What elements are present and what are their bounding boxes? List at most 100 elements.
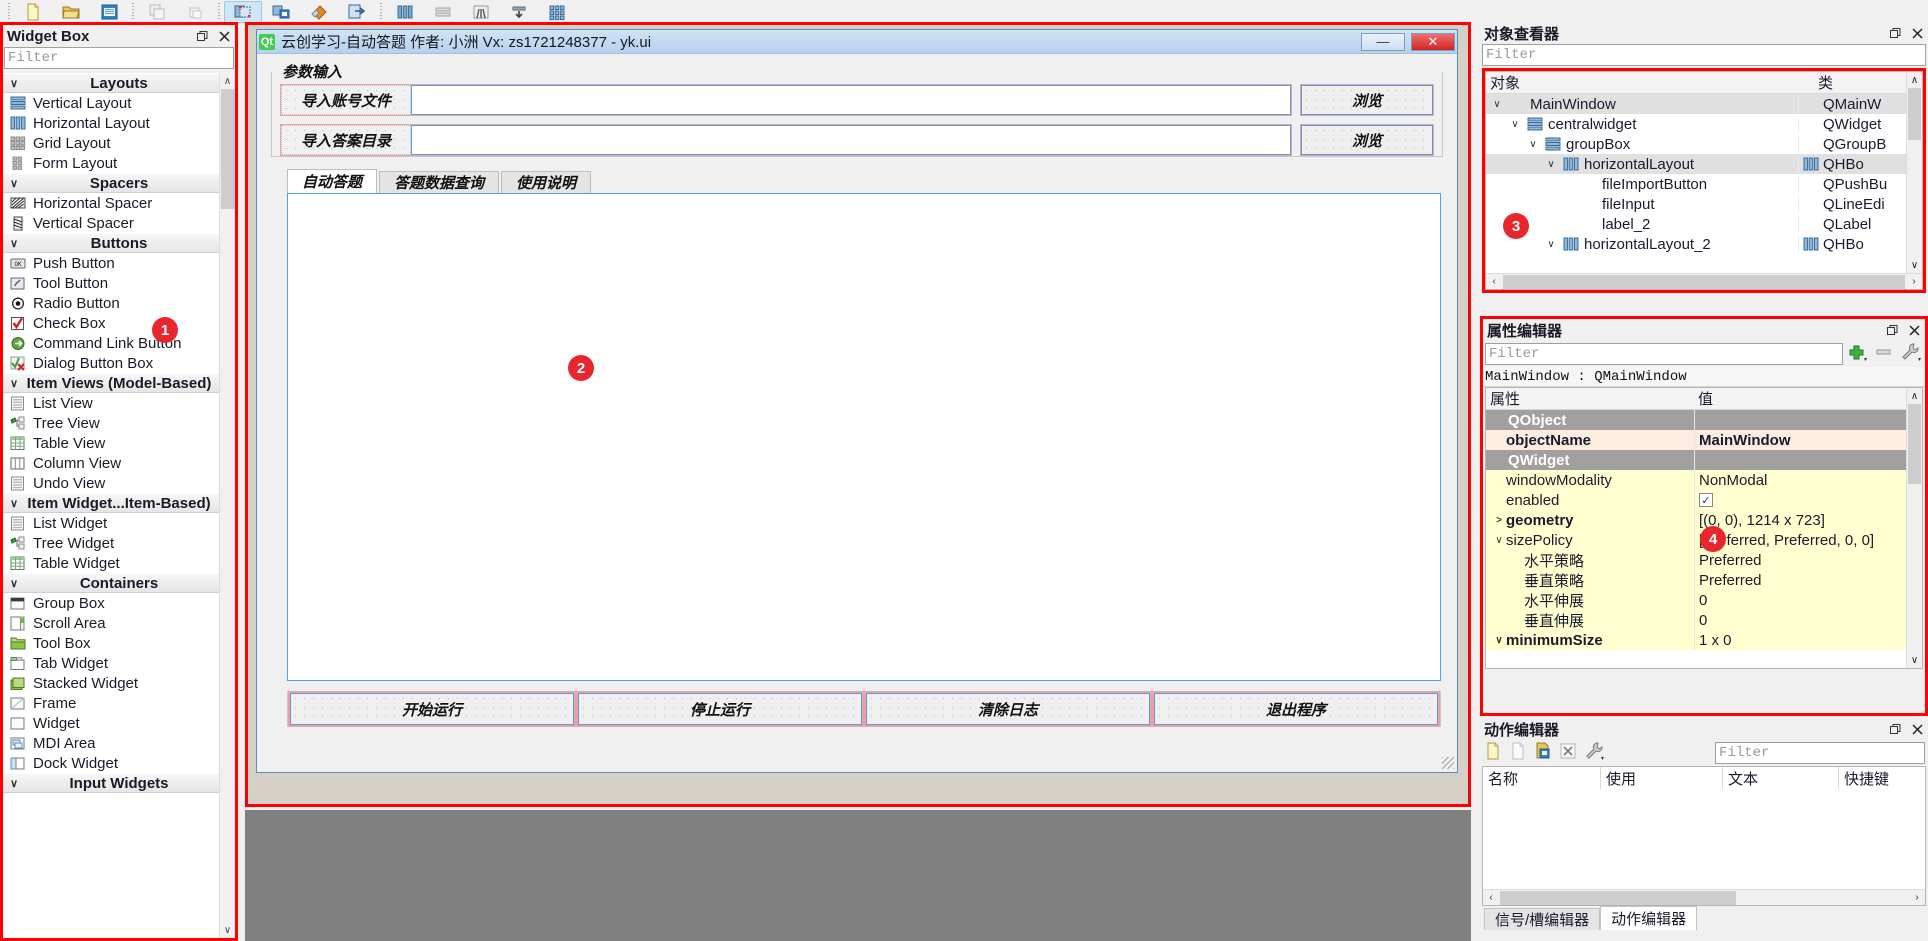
close-button[interactable]: ✕ <box>1411 32 1455 51</box>
scroll-thumb[interactable] <box>221 89 235 209</box>
property-row[interactable]: enabled ✓ <box>1486 490 1906 510</box>
widget-item-widget[interactable]: Widget <box>3 713 235 733</box>
new-file-icon[interactable] <box>14 1 52 23</box>
widget-category-buttons[interactable]: ∨ Buttons <box>3 233 235 253</box>
property-row[interactable]: ∨ sizePolicy [Preferred, Preferred, 0, 0] <box>1486 530 1906 550</box>
form-tab-0[interactable]: 自动答题 <box>287 169 378 193</box>
widget-item-mdi-area[interactable]: MDI Area <box>3 733 235 753</box>
redo-icon[interactable] <box>176 1 214 23</box>
restore-icon[interactable] <box>1884 720 1906 738</box>
property-row[interactable]: 水平策略 Preferred <box>1486 550 1906 570</box>
widget-box-scrollbar[interactable]: ∧ ∨ <box>219 73 235 938</box>
object-tree-hscrollbar[interactable]: ‹ › <box>1486 273 1922 289</box>
object-tree-row[interactable]: ∨ centralwidget QWidget <box>1486 114 1906 134</box>
property-row[interactable]: QObject <box>1486 410 1906 430</box>
scroll-up-icon[interactable]: ∧ <box>220 73 235 89</box>
scroll-left-icon[interactable]: ‹ <box>1483 892 1499 903</box>
layout-grid-icon[interactable] <box>538 1 576 23</box>
layout-horizontal-icon[interactable] <box>386 1 424 23</box>
widget-item-tree-view[interactable]: Tree View <box>3 413 235 433</box>
widget-item-tool-box[interactable]: Tool Box <box>3 633 235 653</box>
input-import-account-file[interactable] <box>411 85 1291 115</box>
widget-item-command-link-button[interactable]: Command Link Button <box>3 333 235 353</box>
scroll-up-icon[interactable]: ∧ <box>1907 388 1922 404</box>
scroll-up-icon[interactable]: ∧ <box>1907 72 1922 88</box>
widget-item-frame[interactable]: Frame <box>3 693 235 713</box>
close-icon[interactable] <box>1906 720 1928 738</box>
edit-tab-order-icon[interactable] <box>338 1 376 23</box>
scroll-thumb[interactable] <box>1908 404 1921 484</box>
bottom-tab-0[interactable]: 信号/槽编辑器 <box>1484 908 1601 930</box>
paste-action-icon[interactable] <box>1533 741 1553 765</box>
chevron-down-icon[interactable]: ∨ <box>1508 119 1522 130</box>
scroll-right-icon[interactable]: › <box>1909 892 1925 903</box>
scroll-right-icon[interactable]: › <box>1906 276 1922 287</box>
property-row[interactable]: 水平伸展 0 <box>1486 590 1906 610</box>
property-row[interactable]: 垂直伸展 0 <box>1486 610 1906 630</box>
action-editor-filter[interactable]: Filter <box>1715 742 1925 764</box>
layout-form-icon[interactable] <box>500 1 538 23</box>
widget-item-table-view[interactable]: Table View <box>3 433 235 453</box>
enabled-checkbox[interactable]: ✓ <box>1699 493 1713 507</box>
property-row[interactable]: 垂直策略 Preferred <box>1486 570 1906 590</box>
widget-item-check-box[interactable]: Check Box <box>3 313 235 333</box>
object-tree-row[interactable]: ∨ horizontalLayout QHBo <box>1486 154 1906 174</box>
undo-icon[interactable] <box>138 1 176 23</box>
layout-splitter-icon[interactable] <box>462 1 500 23</box>
widget-category-input-widgets[interactable]: ∨ Input Widgets <box>3 773 235 793</box>
restore-icon[interactable] <box>1881 321 1903 339</box>
widget-item-push-button[interactable]: OK Push Button <box>3 253 235 273</box>
scroll-down-icon[interactable]: ∨ <box>1907 652 1922 668</box>
layout-vertical-icon[interactable] <box>424 1 462 23</box>
open-file-icon[interactable] <box>52 1 90 23</box>
expander-icon[interactable]: ∨ <box>1492 635 1506 646</box>
restore-icon[interactable] <box>191 27 213 45</box>
browse-button-account[interactable]: 浏览 <box>1301 85 1433 115</box>
widget-item-grid-layout[interactable]: Grid Layout <box>3 133 235 153</box>
widget-item-form-layout[interactable]: Form Layout <box>3 153 235 173</box>
widget-item-column-view[interactable]: Column View <box>3 453 235 473</box>
form-tab-2[interactable]: 使用说明 <box>501 171 592 193</box>
widget-box-list[interactable]: ∨ Layouts Vertical Layout Horizontal Layout… <box>3 73 235 938</box>
scroll-down-icon[interactable]: ∨ <box>1907 257 1922 273</box>
widget-box-filter[interactable]: Filter <box>4 47 234 69</box>
action-table[interactable]: 名称 使用 文本 快捷键 ‹ › <box>1482 766 1926 906</box>
copy-action-icon[interactable] <box>1508 741 1528 765</box>
property-row[interactable]: ∨ minimumSize 1 x 0 <box>1486 630 1906 650</box>
expander-icon[interactable]: ∨ <box>1492 535 1506 546</box>
widget-item-horizontal-spacer[interactable]: Horizontal Spacer <box>3 193 235 213</box>
form-button-1[interactable]: 停止运行 <box>576 691 864 727</box>
form-button-0[interactable]: 开始运行 <box>288 691 576 727</box>
object-tree-row[interactable]: label_2 QLabel <box>1486 214 1906 234</box>
restore-icon[interactable] <box>1884 24 1906 42</box>
scroll-thumb[interactable] <box>1908 88 1921 140</box>
new-action-icon[interactable] <box>1483 741 1503 765</box>
property-row[interactable]: QWidget <box>1486 450 1906 470</box>
widget-item-tool-button[interactable]: Tool Button <box>3 273 235 293</box>
scroll-left-icon[interactable]: ‹ <box>1486 276 1502 287</box>
remove-icon[interactable] <box>1873 342 1895 366</box>
input-import-answer-dir[interactable] <box>411 125 1291 155</box>
widget-item-vertical-spacer[interactable]: Vertical Spacer <box>3 213 235 233</box>
widget-item-list-widget[interactable]: List Widget <box>3 513 235 533</box>
chevron-down-icon[interactable]: ∨ <box>1544 239 1558 250</box>
widget-category-containers[interactable]: ∨ Containers <box>3 573 235 593</box>
chevron-down-icon[interactable]: ∨ <box>1490 99 1504 110</box>
widget-item-horizontal-layout[interactable]: Horizontal Layout <box>3 113 235 133</box>
widget-item-stacked-widget[interactable]: Stacked Widget <box>3 673 235 693</box>
bottom-tab-1[interactable]: 动作编辑器 <box>1600 906 1698 930</box>
object-tree-vscrollbar[interactable]: ∧ ∨ <box>1906 72 1922 273</box>
close-icon[interactable] <box>1903 321 1925 339</box>
save-file-icon[interactable] <box>90 1 128 23</box>
form-button-2[interactable]: 清除日志 <box>864 691 1152 727</box>
widget-item-undo-view[interactable]: Undo View <box>3 473 235 493</box>
widget-item-radio-button[interactable]: Radio Button <box>3 293 235 313</box>
widget-category-item-views-model-based[interactable]: ∨ Item Views (Model-Based) <box>3 373 235 393</box>
widget-item-vertical-layout[interactable]: Vertical Layout <box>3 93 235 113</box>
widget-category-spacers[interactable]: ∨ Spacers <box>3 173 235 193</box>
widget-item-tab-widget[interactable]: Tab Widget <box>3 653 235 673</box>
edit-signals-icon[interactable] <box>262 1 300 23</box>
edit-buddies-icon[interactable] <box>300 1 338 23</box>
action-table-hscrollbar[interactable]: ‹ › <box>1483 889 1925 905</box>
widget-category-item-widget-item-based[interactable]: ∨ Item Widget...Item-Based) <box>3 493 235 513</box>
